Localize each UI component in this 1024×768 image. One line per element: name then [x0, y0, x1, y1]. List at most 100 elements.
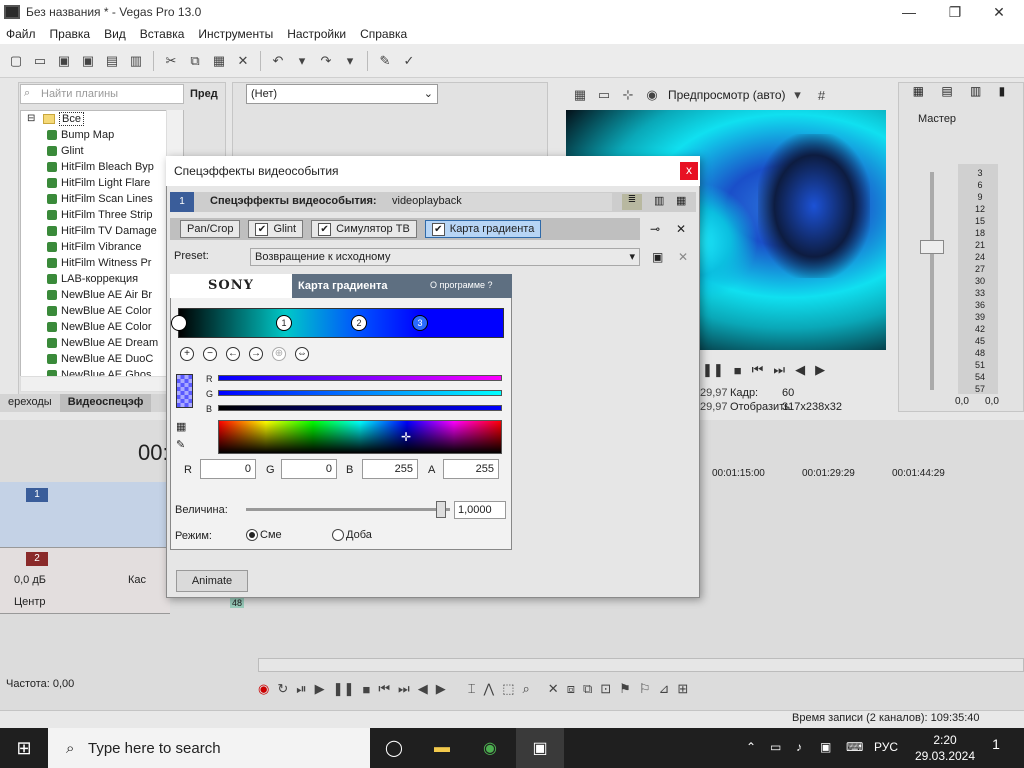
selection-tool-icon[interactable]: ⬚ [502, 681, 514, 697]
color-spectrum-picker[interactable] [218, 420, 502, 454]
next-frame-icon[interactable]: ▶ [815, 362, 825, 378]
open-folder-icon[interactable]: ▭ [30, 51, 50, 71]
auto-ripple-icon[interactable]: ⊞ [677, 681, 688, 697]
network-icon[interactable]: ▭ [770, 740, 781, 754]
g-input[interactable]: 0 [281, 459, 337, 479]
paste-icon[interactable]: ▦ [209, 51, 229, 71]
lock-icon[interactable]: ⊡ [600, 681, 611, 697]
gradient-stop-3[interactable]: 3 [412, 315, 428, 331]
plugin-list-item[interactable]: HitFilm Scan Lines [21, 191, 183, 207]
add-stop-icon[interactable]: + [180, 347, 194, 361]
plugin-list-item[interactable]: HitFilm Vibrance [21, 239, 183, 255]
collapse-icon[interactable]: ⊟ [27, 111, 35, 127]
master-fx-icon[interactable]: ▦ [913, 84, 924, 98]
taskbar-search-input[interactable]: ⌕ Type here to search [48, 728, 370, 768]
marker-icon[interactable]: ⚑ [619, 681, 631, 697]
region-icon[interactable]: ⚐ [639, 681, 651, 697]
plugin-list-item[interactable]: HitFilm Bleach Byp [21, 159, 183, 175]
mode-blend-radio[interactable] [246, 529, 258, 541]
tray-clock[interactable]: 2:20 29.03.2024 [910, 732, 980, 764]
plugin-list-item[interactable]: HitFilm TV Damage [21, 223, 183, 239]
menu-edit[interactable]: Правка [50, 27, 91, 41]
gradient-stop-2[interactable]: 2 [351, 315, 367, 331]
brush-icon[interactable]: ✎ [375, 51, 395, 71]
move-left-icon[interactable]: ← [226, 347, 240, 361]
plugin-list-item[interactable]: HitFilm Light Flare [21, 175, 183, 191]
minimize-button[interactable]: — [886, 0, 932, 24]
render-icon[interactable]: ▤ [102, 51, 122, 71]
file-explorer-icon[interactable]: ▬ [418, 728, 466, 768]
menu-insert[interactable]: Вставка [140, 27, 185, 41]
red-channel-slider[interactable] [218, 375, 502, 381]
preset-select[interactable]: Возвращение к исходному ▾ [250, 248, 640, 266]
tray-chevron-icon[interactable]: ⌃ [746, 740, 756, 754]
overlay-icon[interactable]: ◉ [642, 85, 662, 105]
go-end-icon[interactable]: ⏭ [398, 681, 410, 697]
redo-icon[interactable]: ↷ [316, 51, 336, 71]
plugin-list-item[interactable]: Bump Map [21, 127, 183, 143]
animate-button[interactable]: Animate [176, 570, 248, 592]
tab-transitions[interactable]: ереходы [0, 394, 60, 412]
tab-video-fx[interactable]: Видеоспецэф [59, 394, 152, 412]
timeline-horizontal-scrollbar[interactable] [258, 658, 1024, 672]
snapping-icon[interactable]: ⊿ [658, 681, 669, 697]
cut-icon[interactable]: ✂ [161, 51, 181, 71]
plugin-list-item[interactable]: LAB-коррекция [21, 271, 183, 287]
stop-icon[interactable]: ■ [734, 363, 742, 378]
fx-enable-checkbox[interactable]: ✔ [318, 222, 332, 236]
plugin-list-item[interactable]: HitFilm Three Strip [21, 207, 183, 223]
undo-dropdown-icon[interactable]: ▾ [292, 51, 312, 71]
volume-icon[interactable]: ♪ [796, 740, 802, 754]
external-monitor-icon[interactable]: ▭ [594, 85, 614, 105]
pause-icon[interactable]: ❚❚ [333, 681, 355, 697]
task-view-icon[interactable]: ◯ [370, 728, 418, 768]
keyboard-icon[interactable]: ⌨ [846, 740, 863, 754]
zoom-tool-icon[interactable]: ⌕ [523, 681, 530, 697]
restore-button[interactable]: ❐ [932, 0, 978, 24]
dim-icon[interactable]: ▥ [970, 84, 981, 98]
trim-icon[interactable]: ⧈ [567, 681, 575, 697]
vegas-taskbar-icon[interactable]: ▣ [516, 728, 564, 768]
fx-enable-checkbox[interactable]: ✔ [431, 222, 445, 236]
reverse-icon[interactable]: ⇔ [295, 347, 309, 361]
plugin-list-item[interactable]: NewBlue AE Dream [21, 335, 183, 351]
r-input[interactable]: 0 [200, 459, 256, 479]
layout-detail-icon[interactable]: ▥ [654, 194, 664, 207]
save-icon[interactable]: ▣ [54, 51, 74, 71]
fx-tab-glint[interactable]: ✔ Glint [248, 220, 304, 238]
blue-channel-slider[interactable] [218, 405, 502, 411]
plugin-list-item[interactable]: NewBlue AE DuoC [21, 351, 183, 367]
nvidia-icon[interactable]: ▣ [820, 740, 831, 754]
save-as-icon[interactable]: ▣ [78, 51, 98, 71]
green-channel-slider[interactable] [218, 390, 502, 396]
menu-file[interactable]: Файл [6, 27, 36, 41]
windows-start-icon[interactable]: ⊞ [0, 728, 48, 768]
downmix-icon[interactable]: ▤ [941, 84, 952, 98]
record-icon[interactable]: ◉ [258, 681, 269, 697]
gradient-stop-1[interactable]: 1 [276, 315, 292, 331]
dialog-close-button[interactable]: x [680, 162, 698, 180]
undo-icon[interactable]: ↶ [268, 51, 288, 71]
pause-icon[interactable]: ❚❚ [702, 362, 724, 378]
fx-enable-checkbox[interactable]: ✔ [255, 222, 269, 236]
fx-tab-gradient-map[interactable]: ✔ Карта градиента [424, 220, 542, 238]
master-fader-knob[interactable] [920, 240, 944, 254]
menu-help[interactable]: Справка [360, 27, 407, 41]
redo-dropdown-icon[interactable]: ▾ [340, 51, 360, 71]
a-input[interactable]: 255 [443, 459, 499, 479]
menu-view[interactable]: Вид [104, 27, 126, 41]
b-input[interactable]: 255 [362, 459, 418, 479]
tree-horizontal-scrollbar[interactable] [20, 376, 184, 392]
stop-icon[interactable]: ■ [362, 682, 370, 697]
layout-list-icon[interactable]: ≣ [622, 194, 642, 210]
plugin-list-item[interactable]: NewBlue AE Color [21, 303, 183, 319]
input-language[interactable]: РУС [874, 740, 898, 754]
menu-options[interactable]: Настройки [287, 27, 346, 41]
preview-quality-select[interactable]: Предпросмотр (авто) [668, 88, 786, 102]
remove-plugin-icon[interactable]: ✕ [676, 222, 686, 236]
save-preset-icon[interactable]: ▣ [652, 250, 663, 264]
mode-add-radio[interactable] [332, 529, 344, 541]
edit-tool-icon[interactable]: ⌶ [468, 681, 476, 697]
video-track-header[interactable]: 1 [0, 482, 170, 548]
delete-preset-icon[interactable]: ✕ [678, 250, 688, 264]
